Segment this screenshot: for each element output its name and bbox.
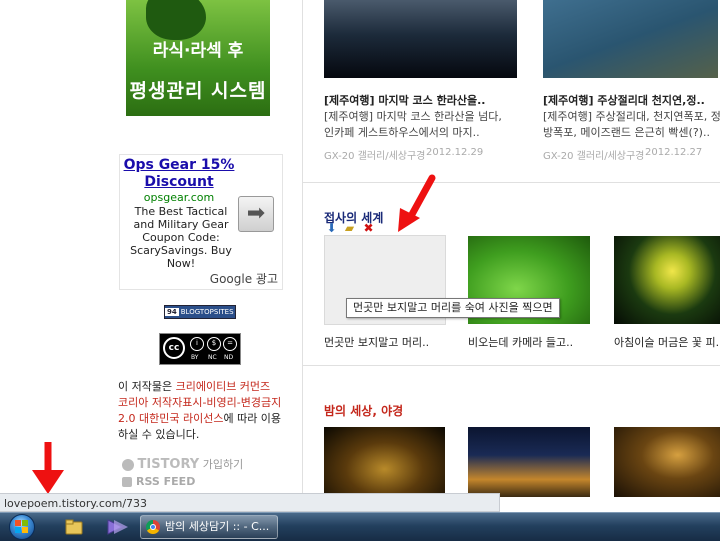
- post-thumbnail-jeju-jusangjeolli[interactable]: [543, 0, 718, 78]
- section-title-night[interactable]: 밤의 세상, 야경: [324, 402, 403, 419]
- ad-description: The Best Tactical and Military Gear Coup…: [130, 205, 232, 270]
- ad-attribution[interactable]: Google 광고: [210, 270, 278, 287]
- banner-line2: 평생관리 시스템: [129, 80, 267, 102]
- rss-feed-link[interactable]: RSS FEED: [122, 475, 195, 488]
- post-title[interactable]: [제주여행] 마지막 코스 한라산을..: [324, 92, 514, 108]
- tistory-join-label: 가입하기: [202, 458, 244, 471]
- thumbnail-night-bokeh[interactable]: [614, 427, 720, 497]
- lasik-banner-ad[interactable]: 라식·라섹 후 평생관리 시스템: [126, 0, 270, 116]
- taskbar-chrome-button[interactable]: 밤의 세상담기 :: - C...: [140, 515, 278, 539]
- windows-flag-icon: [15, 520, 28, 533]
- banner-graphic: [146, 0, 206, 40]
- tistory-join[interactable]: TISTORY 가입하기: [122, 456, 243, 472]
- thumbnail-caption[interactable]: 아침이슬 머금은 꽃 피..: [614, 334, 720, 350]
- tistory-logo-icon: [122, 459, 134, 471]
- ad-title-link[interactable]: Ops Gear 15% Discount: [120, 157, 238, 191]
- ad-arrow-button[interactable]: ➡: [238, 196, 274, 232]
- cc-nd-icon: =: [223, 337, 237, 351]
- windows-taskbar: 밤의 세상담기 :: - C...: [0, 512, 720, 541]
- creative-commons-badge[interactable]: cc i $ = BY NC ND: [159, 333, 241, 365]
- thumbnail-night-palace[interactable]: [468, 427, 590, 497]
- ad-url[interactable]: opsgear.com: [120, 191, 238, 204]
- cc-nc-icon: $: [207, 337, 221, 351]
- cc-by-label: BY: [191, 354, 199, 361]
- image-tooltip: 먼곳만 보지말고 머리를 숙여 사진을 찍으면: [346, 298, 560, 318]
- start-button[interactable]: [6, 513, 40, 541]
- thumbnail-dew-flower[interactable]: [614, 236, 720, 324]
- post-title[interactable]: [제주여행] 주상절리대 천지연,정..: [543, 92, 720, 108]
- folder-icon[interactable]: ▰: [343, 222, 356, 235]
- tistory-brand: TISTORY: [137, 457, 200, 472]
- thumbnail-caption[interactable]: 먼곳만 보지말고 머리..: [324, 334, 429, 350]
- google-text-ad: Ops Gear 15% Discount opsgear.com The Be…: [119, 154, 283, 290]
- blogtop-count: 94: [165, 308, 179, 316]
- taskbar-media-player-button[interactable]: [98, 515, 132, 539]
- post-thumbnail-jeju-halla[interactable]: [324, 0, 517, 78]
- taskbar-chrome-label: 밤의 세상담기 :: - C...: [165, 520, 270, 533]
- post-date: 2012.12.27: [645, 147, 703, 158]
- cc-nd-label: ND: [224, 354, 234, 361]
- section-divider: [303, 182, 720, 183]
- cc-logo-icon: cc: [163, 337, 185, 359]
- chrome-icon: [146, 520, 160, 534]
- cc-nc-label: NC: [208, 354, 217, 361]
- thumbnail-caption[interactable]: 비오는데 카메라 들고..: [468, 334, 573, 350]
- post-source[interactable]: GX-20 갤러리/세상구경: [543, 147, 644, 162]
- section-divider: [303, 365, 720, 366]
- rss-label: RSS FEED: [136, 475, 196, 488]
- download-icon[interactable]: ⬇: [325, 222, 338, 235]
- rss-icon: [122, 477, 132, 487]
- delete-icon[interactable]: ✖: [362, 222, 375, 235]
- annotation-arrow-icon: [32, 442, 64, 494]
- post-date: 2012.12.29: [426, 147, 484, 158]
- taskbar-explorer-button[interactable]: [56, 515, 90, 539]
- thumbnail-night-lights[interactable]: [324, 427, 445, 497]
- blogtopsites-badge[interactable]: 94 BLOGTOPSITES: [164, 305, 236, 319]
- post-desc-line2: 인카페 게스트하우스에서의 마지..: [324, 126, 480, 139]
- browser-status-url: lovepoem.tistory.com/733: [0, 493, 500, 512]
- annotation-arrow-icon: [398, 174, 436, 232]
- license-text: 이 저작물은 크리에이티브 커먼즈 코리아 저작자표시-비영리-변경금지 2.0…: [118, 379, 283, 443]
- folder-icon: [65, 519, 83, 535]
- post-desc-line2: 방폭포, 메이즈랜드 은근히 빡센(?)..: [543, 126, 710, 139]
- blogtop-label: BLOGTOPSITES: [180, 308, 234, 316]
- post-desc-line1: [제주여행] 마지막 코스 한라산을 넘다,: [324, 110, 502, 123]
- banner-line1: 라식·라섹 후: [152, 41, 244, 61]
- post-desc-line1: [제주여행] 주상절리대, 천지연폭포, 정: [543, 110, 720, 123]
- column-divider: [302, 0, 303, 496]
- license-pre: 이 저작물은: [118, 380, 176, 393]
- media-player-icon: [107, 519, 128, 535]
- post-source[interactable]: GX-20 갤러리/세상구경: [324, 147, 425, 162]
- cc-by-icon: i: [190, 337, 204, 351]
